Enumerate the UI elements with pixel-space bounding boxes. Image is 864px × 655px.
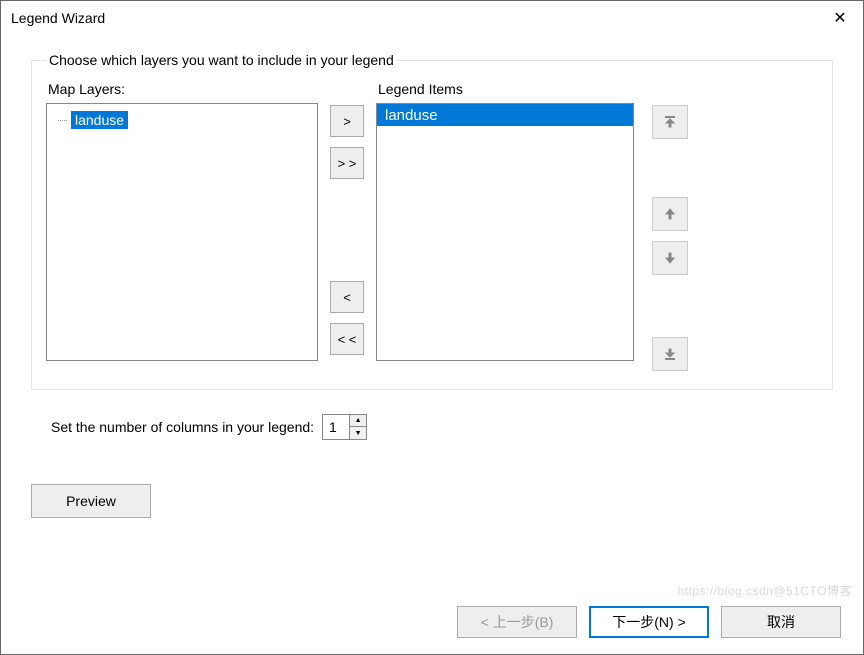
map-layer-item-label: landuse — [71, 111, 128, 129]
columns-label: Set the number of columns in your legend… — [51, 419, 314, 435]
triangle-up-icon: ▲ — [355, 417, 362, 424]
spinner-up-button[interactable]: ▲ — [350, 415, 366, 427]
arrow-down-icon — [663, 251, 677, 265]
tree-connector-icon: ····· — [57, 115, 67, 125]
preview-button[interactable]: Preview — [31, 484, 151, 518]
add-all-button[interactable]: > > — [330, 147, 364, 179]
spinner-buttons: ▲ ▼ — [349, 415, 366, 439]
fieldset-legend: Choose which layers you want to include … — [46, 52, 397, 68]
lists-row: Map Layers: ····· landuse > > > < < < — [46, 81, 818, 371]
map-layer-item[interactable]: ····· landuse — [47, 110, 317, 130]
close-icon: ✕ — [833, 8, 846, 28]
map-layers-label: Map Layers: — [46, 81, 318, 97]
cancel-button[interactable]: 取消 — [721, 606, 841, 638]
next-button[interactable]: 下一步(N) > — [589, 606, 709, 638]
move-down-button[interactable] — [652, 241, 688, 275]
wizard-footer: < 上一步(B) 下一步(N) > 取消 — [1, 590, 863, 654]
move-top-icon — [663, 115, 677, 129]
legend-item-label: landuse — [385, 107, 438, 124]
content-area: Choose which layers you want to include … — [1, 35, 863, 590]
reorder-buttons — [652, 105, 688, 371]
spacer — [652, 149, 688, 187]
move-bottom-icon — [663, 347, 677, 361]
move-top-button[interactable] — [652, 105, 688, 139]
columns-spinner[interactable]: ▲ ▼ — [322, 414, 367, 440]
layers-fieldset: Choose which layers you want to include … — [31, 60, 833, 390]
titlebar: Legend Wizard ✕ — [1, 1, 863, 35]
window-title: Legend Wizard — [11, 10, 105, 26]
legend-items-listbox[interactable]: landuse — [376, 103, 634, 361]
move-bottom-button[interactable] — [652, 337, 688, 371]
spinner-down-button[interactable]: ▼ — [350, 427, 366, 439]
spacer — [652, 285, 688, 327]
remove-all-button[interactable]: < < — [330, 323, 364, 355]
close-button[interactable]: ✕ — [817, 1, 863, 35]
triangle-down-icon: ▼ — [355, 430, 362, 437]
move-up-button[interactable] — [652, 197, 688, 231]
transfer-buttons: > > > < < < — [330, 105, 364, 355]
arrow-up-icon — [663, 207, 677, 221]
legend-items-column: Legend Items landuse — [376, 81, 634, 361]
back-button[interactable]: < 上一步(B) — [457, 606, 577, 638]
map-layers-listbox[interactable]: ····· landuse — [46, 103, 318, 361]
remove-one-button[interactable]: < — [330, 281, 364, 313]
legend-item[interactable]: landuse — [377, 104, 633, 126]
spacer — [330, 189, 364, 271]
add-one-button[interactable]: > — [330, 105, 364, 137]
map-layers-column: Map Layers: ····· landuse — [46, 81, 318, 361]
columns-row: Set the number of columns in your legend… — [51, 414, 833, 440]
legend-items-label: Legend Items — [376, 81, 634, 97]
legend-wizard-window: Legend Wizard ✕ Choose which layers you … — [0, 0, 864, 655]
columns-input[interactable] — [323, 415, 349, 439]
